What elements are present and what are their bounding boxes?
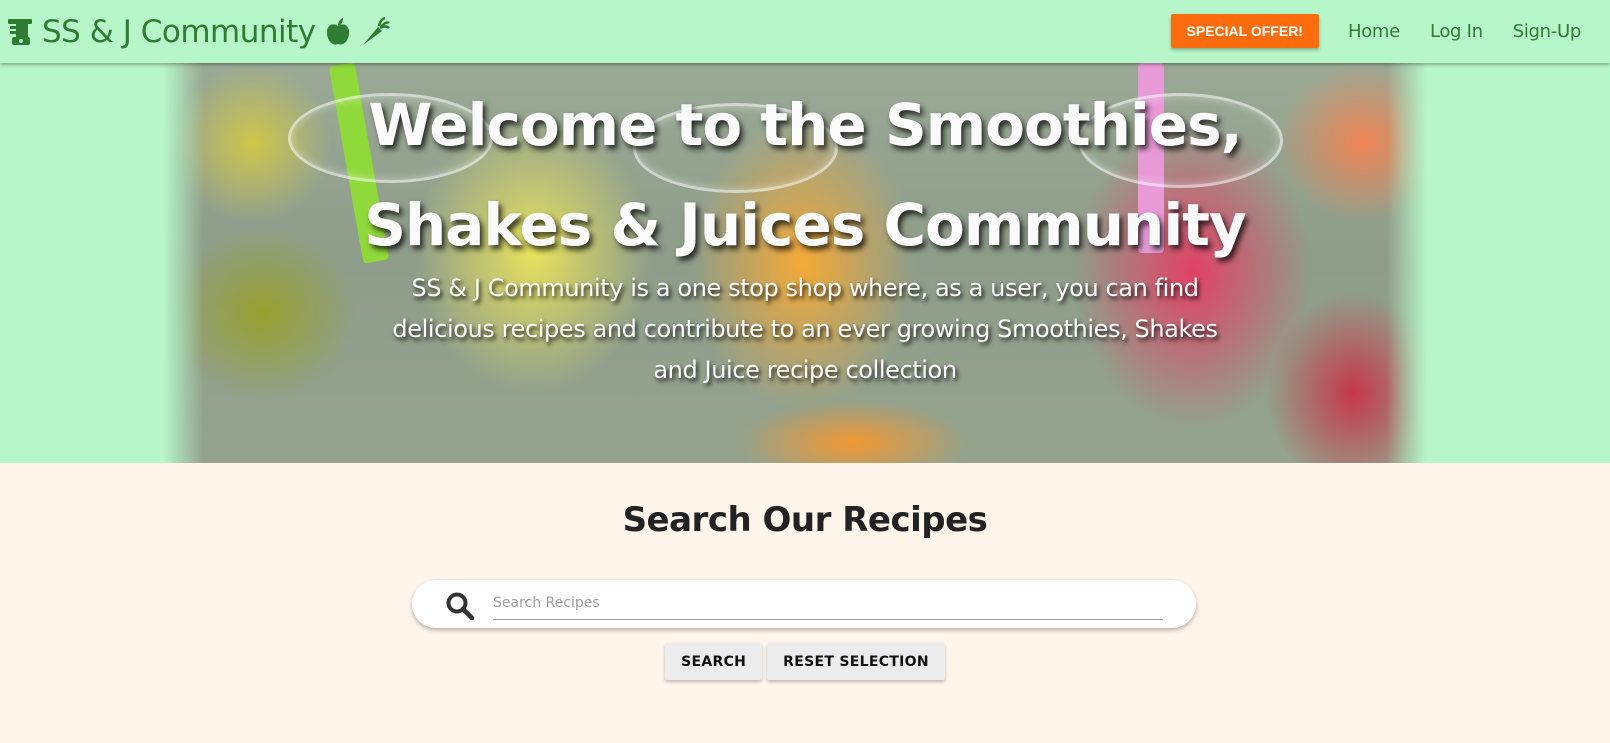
hero-title-line2: Shakes & Juices Community [364,191,1247,259]
search-input[interactable] [493,586,1163,620]
hero-banner: Welcome to the Smoothies, Shakes & Juice… [0,63,1610,463]
brand-name: SS & J Community [42,14,316,50]
nav-link-home[interactable]: Home [1333,21,1415,42]
apple-icon [324,17,352,47]
search-section-title: Search Our Recipes [622,500,988,540]
hero-description: SS & J Community is a one stop shop wher… [392,274,1218,384]
carrot-icon [360,17,390,47]
special-offer-button[interactable]: SPECIAL OFFER! [1170,14,1319,48]
nav-menu: SPECIAL OFFER! Home Log In Sign-Up [1170,14,1596,48]
brand-logo-link[interactable]: SS & J Community [6,10,390,54]
search-icon[interactable] [445,591,475,625]
nav-link-signup[interactable]: Sign-Up [1498,21,1596,42]
nav-link-login[interactable]: Log In [1415,21,1498,42]
blender-icon [6,17,34,47]
search-bar [412,580,1196,628]
search-button[interactable]: SEARCH [665,643,763,680]
reset-selection-button[interactable]: RESET SELECTION [767,643,945,680]
navbar: SS & J Community SPECIAL OFFER! Home Log… [0,0,1610,63]
hero-title-line1: Welcome to the Smoothies, [368,91,1242,159]
search-actions: SEARCH RESET SELECTION [0,643,1610,680]
hero-title: Welcome to the Smoothies, Shakes & Juice… [0,75,1610,275]
